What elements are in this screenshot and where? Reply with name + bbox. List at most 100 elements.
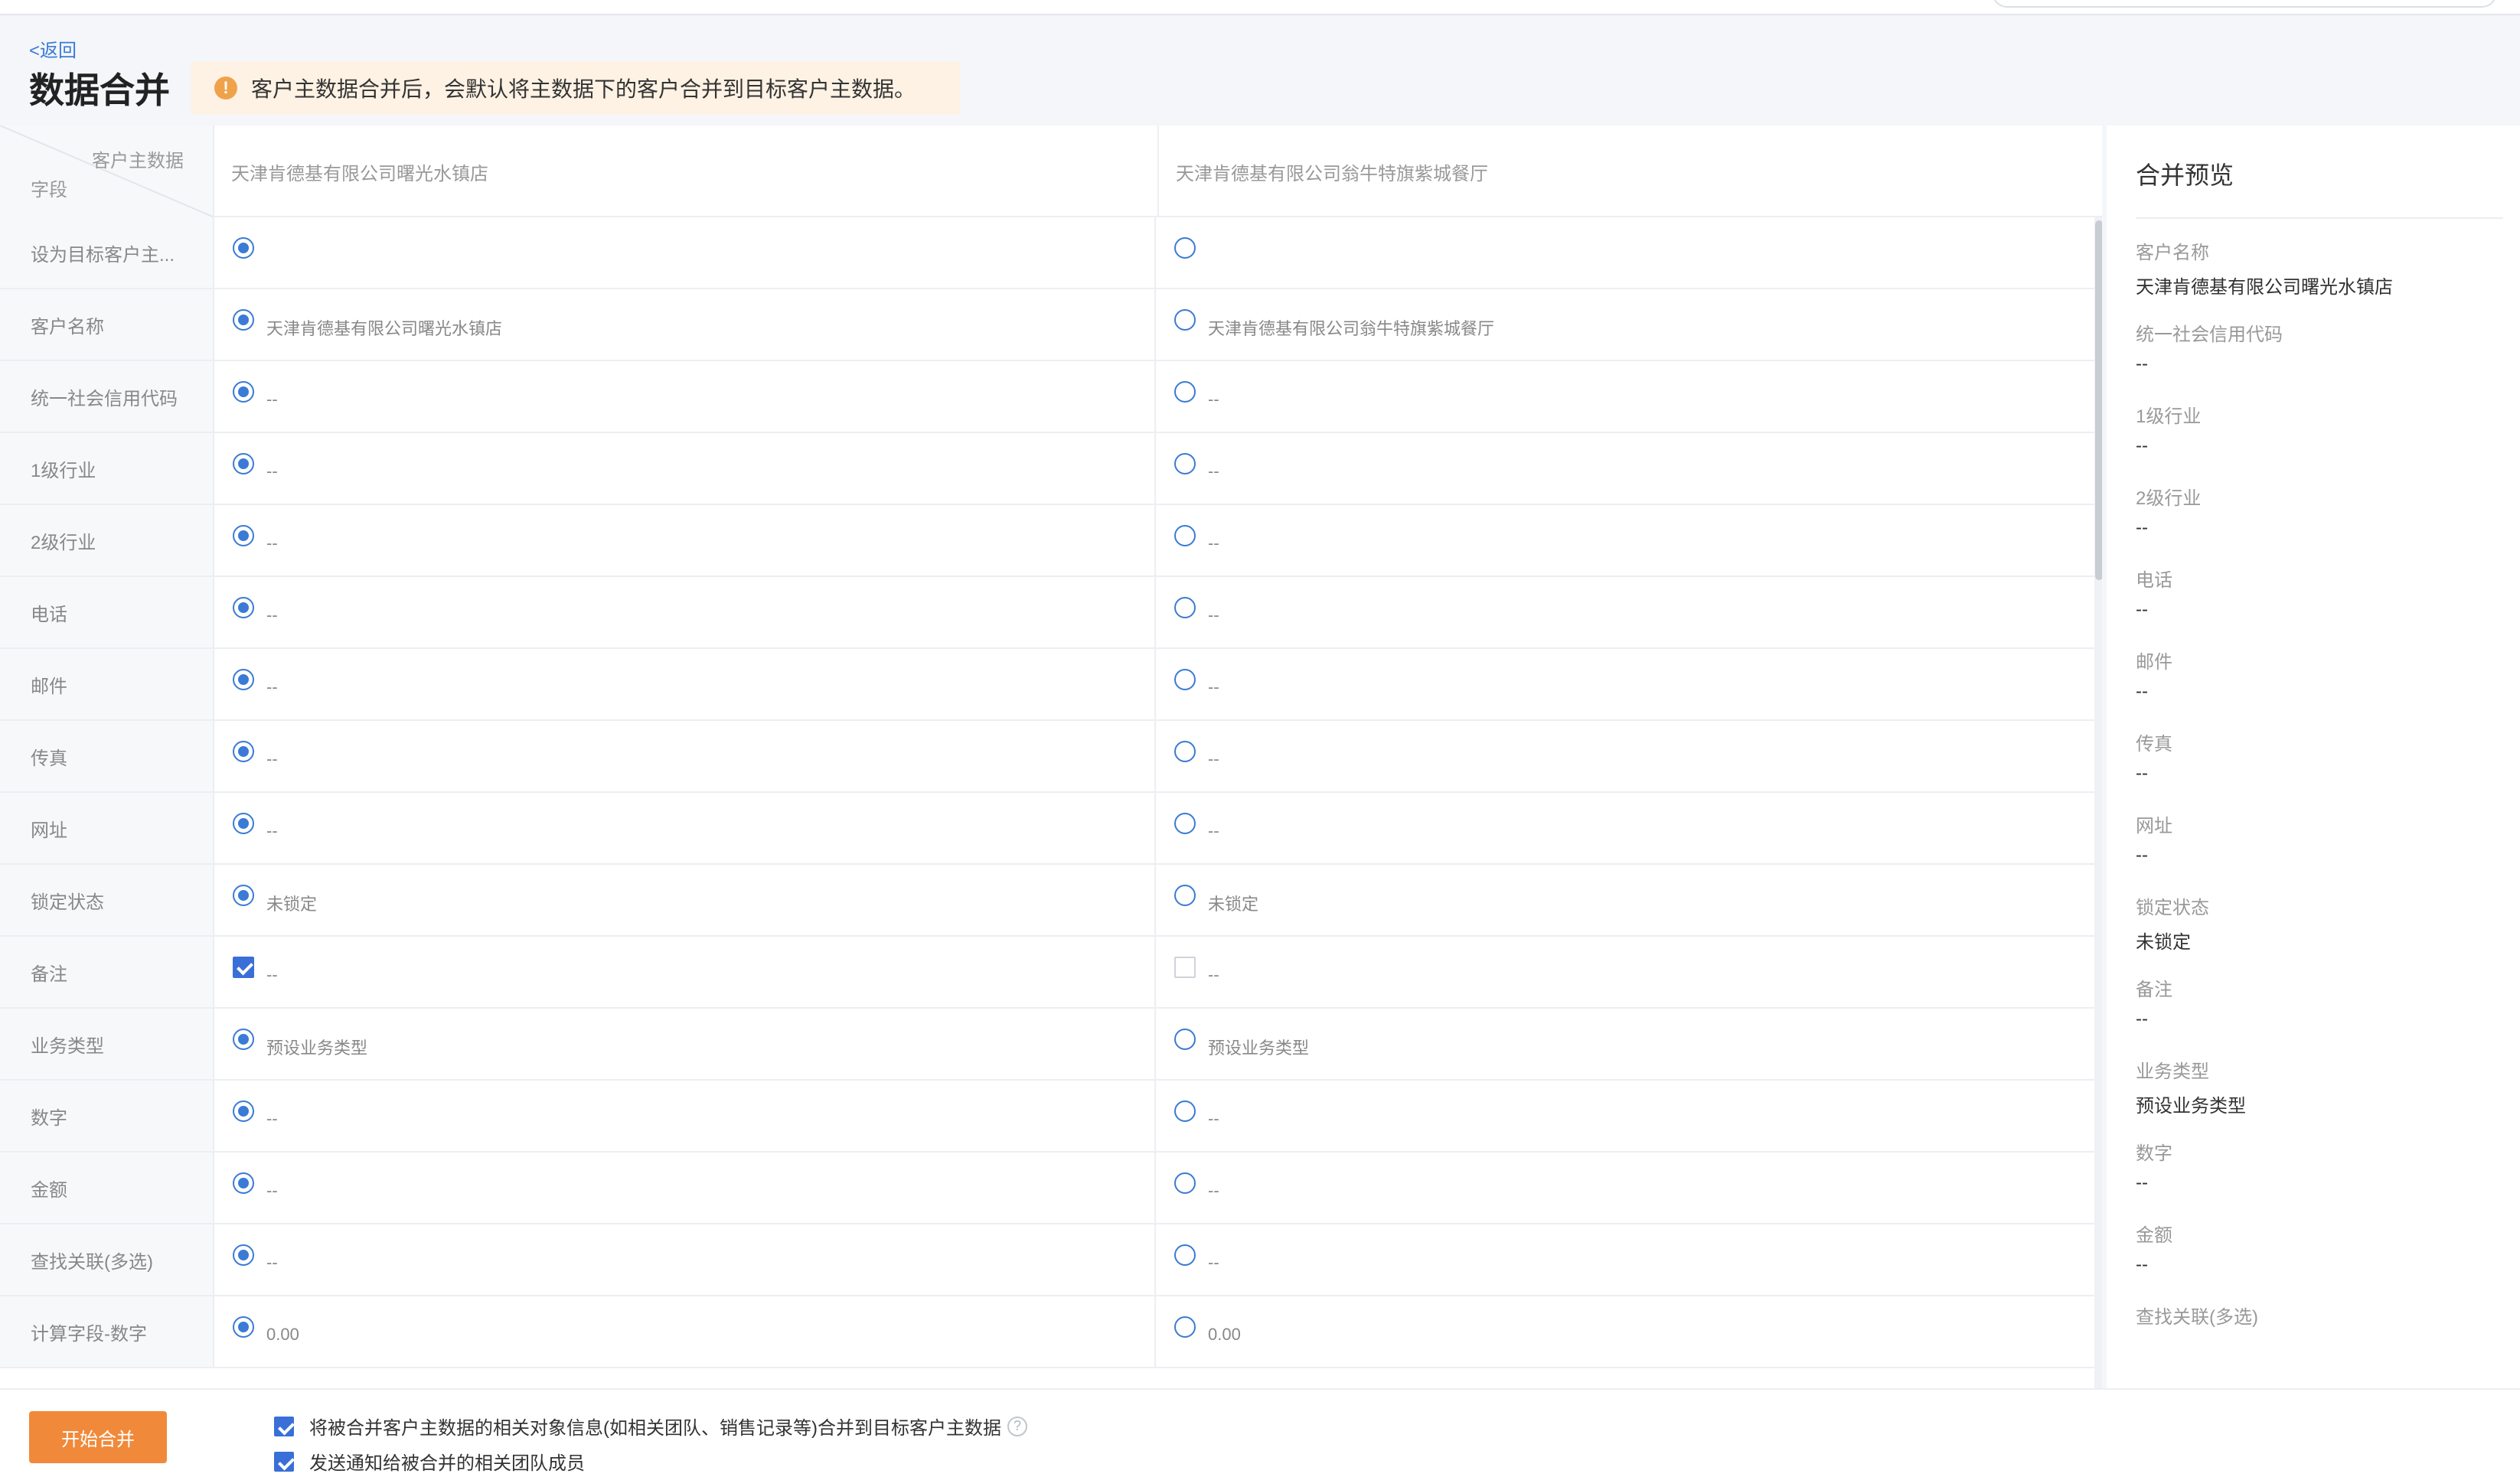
field-value: -- (266, 533, 278, 553)
value-cell-b[interactable]: 0.00 (1156, 1296, 2102, 1367)
value-cell-a[interactable]: 0.00 (214, 1296, 1156, 1367)
notify-members-option[interactable]: 发送通知给被合并的相关团队成员 (274, 1448, 585, 1475)
select-radio[interactable] (233, 453, 254, 474)
select-radio[interactable] (1174, 453, 1196, 474)
global-search-input[interactable] (1992, 0, 2497, 8)
select-radio[interactable] (1174, 381, 1196, 403)
select-radio[interactable] (233, 1316, 254, 1338)
select-radio[interactable] (233, 1172, 254, 1194)
field-value: -- (266, 1109, 278, 1128)
select-radio[interactable] (1174, 1244, 1196, 1266)
merge-related-checkbox[interactable] (274, 1416, 294, 1436)
select-radio[interactable] (1174, 597, 1196, 618)
value-cell-b[interactable]: -- (1156, 793, 2102, 863)
value-cell-b[interactable]: -- (1156, 649, 2102, 719)
select-checkbox[interactable] (1174, 957, 1196, 978)
table-row: 设为目标客户主... (0, 217, 2102, 289)
select-radio[interactable] (1174, 1172, 1196, 1194)
select-radio[interactable] (233, 1244, 254, 1266)
value-cell-b[interactable]: -- (1156, 577, 2102, 647)
select-radio[interactable] (1174, 741, 1196, 762)
merge-notice: ! 客户主数据合并后，会默认将主数据下的客户合并到目标客户主数据。 (191, 61, 960, 115)
value-cell-a[interactable]: -- (214, 937, 1156, 1007)
table-row: 电话 -- -- (0, 577, 2102, 649)
select-radio[interactable] (233, 381, 254, 403)
select-radio[interactable] (1174, 1029, 1196, 1050)
value-cell-b[interactable]: 预设业务类型 (1156, 1009, 2102, 1079)
value-cell-a[interactable]: 预设业务类型 (214, 1009, 1156, 1079)
value-cell-b[interactable]: 天津肯德基有限公司翁牛特旗紫城餐厅 (1156, 289, 2102, 360)
table-scrollbar-thumb[interactable] (2095, 220, 2102, 580)
select-radio[interactable] (233, 1029, 254, 1050)
select-radio[interactable] (1174, 1100, 1196, 1122)
merge-related-option[interactable]: 将被合并客户主数据的相关对象信息(如相关团队、销售记录等)合并到目标客户主数据 … (274, 1413, 1027, 1440)
value-cell-b[interactable]: -- (1156, 1153, 2102, 1223)
help-icon[interactable]: ? (1007, 1416, 1027, 1436)
preview-item: 备注 -- (2136, 974, 2172, 1030)
value-cell-a[interactable] (214, 217, 1156, 288)
select-radio[interactable] (1174, 813, 1196, 834)
value-cell-b[interactable]: -- (1156, 937, 2102, 1007)
field-label: 传真 (0, 721, 214, 791)
table-row: 邮件 -- -- (0, 649, 2102, 721)
value-cell-b[interactable]: -- (1156, 433, 2102, 504)
value-cell-a[interactable]: 天津肯德基有限公司曙光水镇店 (214, 289, 1156, 360)
select-radio[interactable] (1174, 885, 1196, 906)
select-radio[interactable] (1174, 309, 1196, 331)
value-cell-b[interactable]: -- (1156, 1081, 2102, 1151)
merge-table: 客户主数据 字段 天津肯德基有限公司曙光水镇店 天津肯德基有限公司翁牛特旗紫城餐… (0, 126, 2102, 1388)
value-cell-b[interactable]: -- (1156, 505, 2102, 575)
value-cell-a[interactable]: -- (214, 361, 1156, 432)
field-value: -- (266, 677, 278, 696)
field-label: 业务类型 (0, 1009, 214, 1079)
field-value: -- (266, 965, 278, 984)
value-cell-a[interactable]: -- (214, 721, 1156, 791)
preview-item: 电话 -- (2136, 565, 2172, 621)
select-checkbox[interactable] (233, 957, 254, 978)
back-link[interactable]: <返回 (29, 35, 77, 62)
value-cell-a[interactable]: -- (214, 1224, 1156, 1295)
preview-item-label: 锁定状态 (2136, 898, 2209, 918)
value-cell-a[interactable]: -- (214, 505, 1156, 575)
value-cell-b[interactable]: 未锁定 (1156, 865, 2102, 935)
select-radio[interactable] (233, 525, 254, 546)
value-cell-a[interactable]: -- (214, 1081, 1156, 1151)
start-merge-button[interactable]: 开始合并 (29, 1411, 167, 1463)
select-radio[interactable] (1174, 1316, 1196, 1338)
select-radio[interactable] (1174, 237, 1196, 259)
select-radio[interactable] (1174, 669, 1196, 690)
select-radio[interactable] (233, 669, 254, 690)
field-value: -- (1208, 605, 1219, 624)
select-radio[interactable] (233, 741, 254, 762)
value-cell-a[interactable]: -- (214, 793, 1156, 863)
notify-members-checkbox[interactable] (274, 1451, 294, 1472)
preview-item-label: 数字 (2136, 1143, 2172, 1164)
value-cell-b[interactable]: -- (1156, 361, 2102, 432)
value-cell-a[interactable]: -- (214, 577, 1156, 647)
value-cell-b[interactable]: -- (1156, 1224, 2102, 1295)
select-radio[interactable] (233, 309, 254, 331)
field-label: 金额 (0, 1153, 214, 1223)
table-row: 网址 -- -- (0, 793, 2102, 865)
value-cell-a[interactable]: -- (214, 649, 1156, 719)
value-cell-b[interactable]: -- (1156, 721, 2102, 791)
select-radio[interactable] (233, 813, 254, 834)
value-cell-a[interactable]: -- (214, 433, 1156, 504)
select-radio[interactable] (233, 237, 254, 259)
preview-item: 网址 -- (2136, 810, 2172, 866)
table-row: 计算字段-数字 0.00 0.00 (0, 1296, 2102, 1368)
value-cell-a[interactable]: -- (214, 1153, 1156, 1223)
value-cell-a[interactable]: 未锁定 (214, 865, 1156, 935)
select-radio[interactable] (233, 1100, 254, 1122)
preview-item-label: 金额 (2136, 1225, 2172, 1246)
preview-item: 金额 -- (2136, 1220, 2172, 1276)
preview-item-value: -- (2136, 517, 2148, 538)
preview-item-label: 电话 (2136, 570, 2172, 591)
field-value: -- (1208, 677, 1219, 696)
notify-members-label: 发送通知给被合并的相关团队成员 (309, 1453, 585, 1474)
select-radio[interactable] (233, 885, 254, 906)
select-radio[interactable] (1174, 525, 1196, 546)
value-cell-b[interactable] (1156, 217, 2102, 288)
field-value: -- (266, 1253, 278, 1272)
select-radio[interactable] (233, 597, 254, 618)
